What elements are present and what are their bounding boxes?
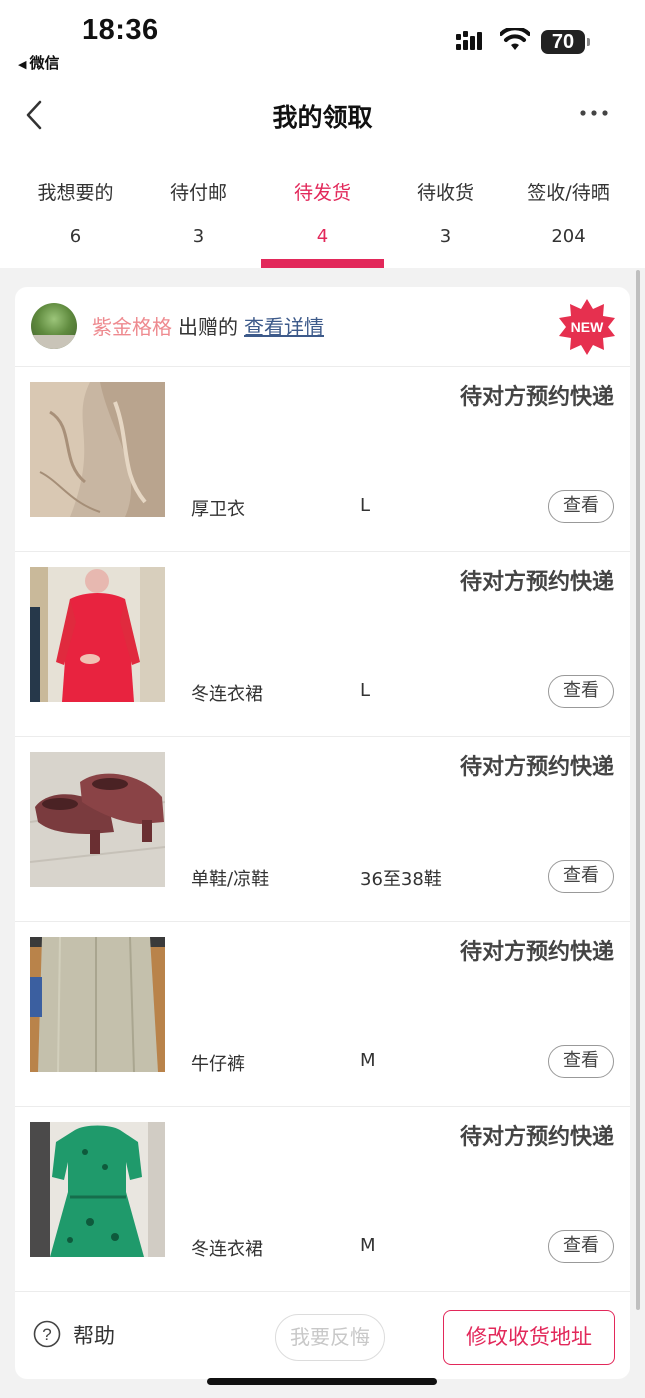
- item-name: 冬连衣裙: [191, 1239, 263, 1260]
- page-title: 我的领取: [272, 103, 373, 132]
- item-name: 牛仔裤: [191, 1054, 245, 1075]
- view-button[interactable]: 查看: [548, 1045, 614, 1078]
- item-size: 36至38鞋: [360, 869, 442, 890]
- view-button[interactable]: 查看: [548, 675, 614, 708]
- list-item: 待对方预约快递 冬连衣裙 L 查看: [15, 552, 630, 737]
- regret-button[interactable]: 我要反悔: [275, 1314, 385, 1361]
- tab-label: 我想要的: [37, 182, 114, 204]
- list-item: 待对方预约快递 厚卫衣 L 查看: [15, 367, 630, 552]
- home-indicator[interactable]: [207, 1378, 437, 1385]
- item-status: 待对方预约快递: [459, 1125, 614, 1150]
- tab-pending-receipt[interactable]: 待收货 3: [384, 150, 507, 268]
- item-photo-green-dress[interactable]: [30, 1122, 165, 1257]
- item-status: 待对方预约快递: [459, 755, 614, 780]
- order-card: 紫金格格 出赠的 查看详情 NEW 待对方预约快递 厚卫衣 L 查看 待对方预约…: [15, 287, 630, 1379]
- tab-signed-share[interactable]: 签收/待晒 204: [507, 150, 630, 268]
- item-name: 冬连衣裙: [191, 684, 263, 705]
- view-button[interactable]: 查看: [548, 1230, 614, 1263]
- tab-pending-shipment[interactable]: 待发货 4: [261, 150, 384, 268]
- tab-label: 签收/待晒: [527, 182, 610, 204]
- svg-text:?: ?: [42, 1325, 51, 1344]
- item-size: M: [360, 1235, 376, 1256]
- tab-label: 待发货: [293, 182, 351, 204]
- giver-name[interactable]: 紫金格格: [92, 315, 172, 339]
- more-icon[interactable]: [578, 106, 610, 120]
- back-to-wechat[interactable]: ◀ 微信: [18, 52, 59, 73]
- item-photo-red-dress[interactable]: [30, 567, 165, 702]
- help-label[interactable]: 帮助: [73, 1320, 115, 1350]
- battery-indicator: 70: [541, 30, 590, 54]
- tab-count: 6: [69, 226, 82, 247]
- back-triangle-icon: ◀: [18, 58, 27, 71]
- item-photo-shoes[interactable]: [30, 752, 165, 887]
- new-badge-text: NEW: [571, 319, 604, 335]
- item-size: L: [360, 495, 371, 516]
- item-status: 待对方预约快递: [459, 385, 614, 410]
- cellular-signal-icon: [456, 31, 482, 50]
- modify-address-button[interactable]: 修改收货地址: [443, 1310, 615, 1365]
- status-tabs: 我想要的 6 待付邮 3 待发货 4 待收货 3 签收/待晒 204: [0, 150, 645, 268]
- back-app-label: 微信: [29, 54, 60, 72]
- giver-line: 紫金格格 出赠的 查看详情: [92, 311, 324, 340]
- tab-count: 3: [439, 226, 452, 247]
- item-status: 待对方预约快递: [459, 570, 614, 595]
- list-item: 待对方预约快递 牛仔裤 M 查看: [15, 922, 630, 1107]
- tab-label: 待收货: [416, 182, 474, 204]
- help-icon[interactable]: ?: [33, 1320, 61, 1348]
- card-footer: ? 帮助 我要反悔 修改收货地址: [15, 1294, 630, 1379]
- item-size: M: [360, 1050, 376, 1071]
- tab-wanted[interactable]: 我想要的 6: [14, 150, 137, 268]
- scrollbar[interactable]: [636, 270, 640, 1310]
- view-button[interactable]: 查看: [548, 490, 614, 523]
- view-details-link[interactable]: 查看详情: [244, 315, 324, 339]
- wifi-icon: [500, 28, 530, 50]
- tab-count: 4: [316, 226, 329, 247]
- card-header: 紫金格格 出赠的 查看详情 NEW: [15, 287, 630, 367]
- tab-count: 204: [551, 226, 586, 247]
- tab-label: 待付邮: [169, 182, 227, 204]
- item-name: 厚卫衣: [191, 499, 245, 520]
- giver-suffix: 出赠的: [178, 315, 238, 339]
- tab-underline: [261, 259, 384, 268]
- item-size: L: [360, 680, 371, 701]
- list-item: 待对方预约快递 冬连衣裙 M 查看: [15, 1107, 630, 1292]
- nav-bar: 我的领取: [0, 80, 645, 150]
- avatar[interactable]: [31, 303, 77, 349]
- item-name: 单鞋/凉鞋: [191, 869, 270, 890]
- tab-count: 3: [192, 226, 205, 247]
- item-photo-jeans[interactable]: [30, 937, 165, 1072]
- status-time: 18:36: [82, 14, 159, 46]
- item-photo-sweatshirt[interactable]: [30, 382, 165, 517]
- item-status: 待对方预约快递: [459, 940, 614, 965]
- new-badge-icon: NEW: [559, 299, 615, 355]
- view-button[interactable]: 查看: [548, 860, 614, 893]
- tab-pending-postage[interactable]: 待付邮 3: [137, 150, 260, 268]
- status-bar: 18:36 ◀ 微信 70: [0, 0, 645, 80]
- list-item: 待对方预约快递 单鞋/凉鞋 36至38鞋 查看: [15, 737, 630, 922]
